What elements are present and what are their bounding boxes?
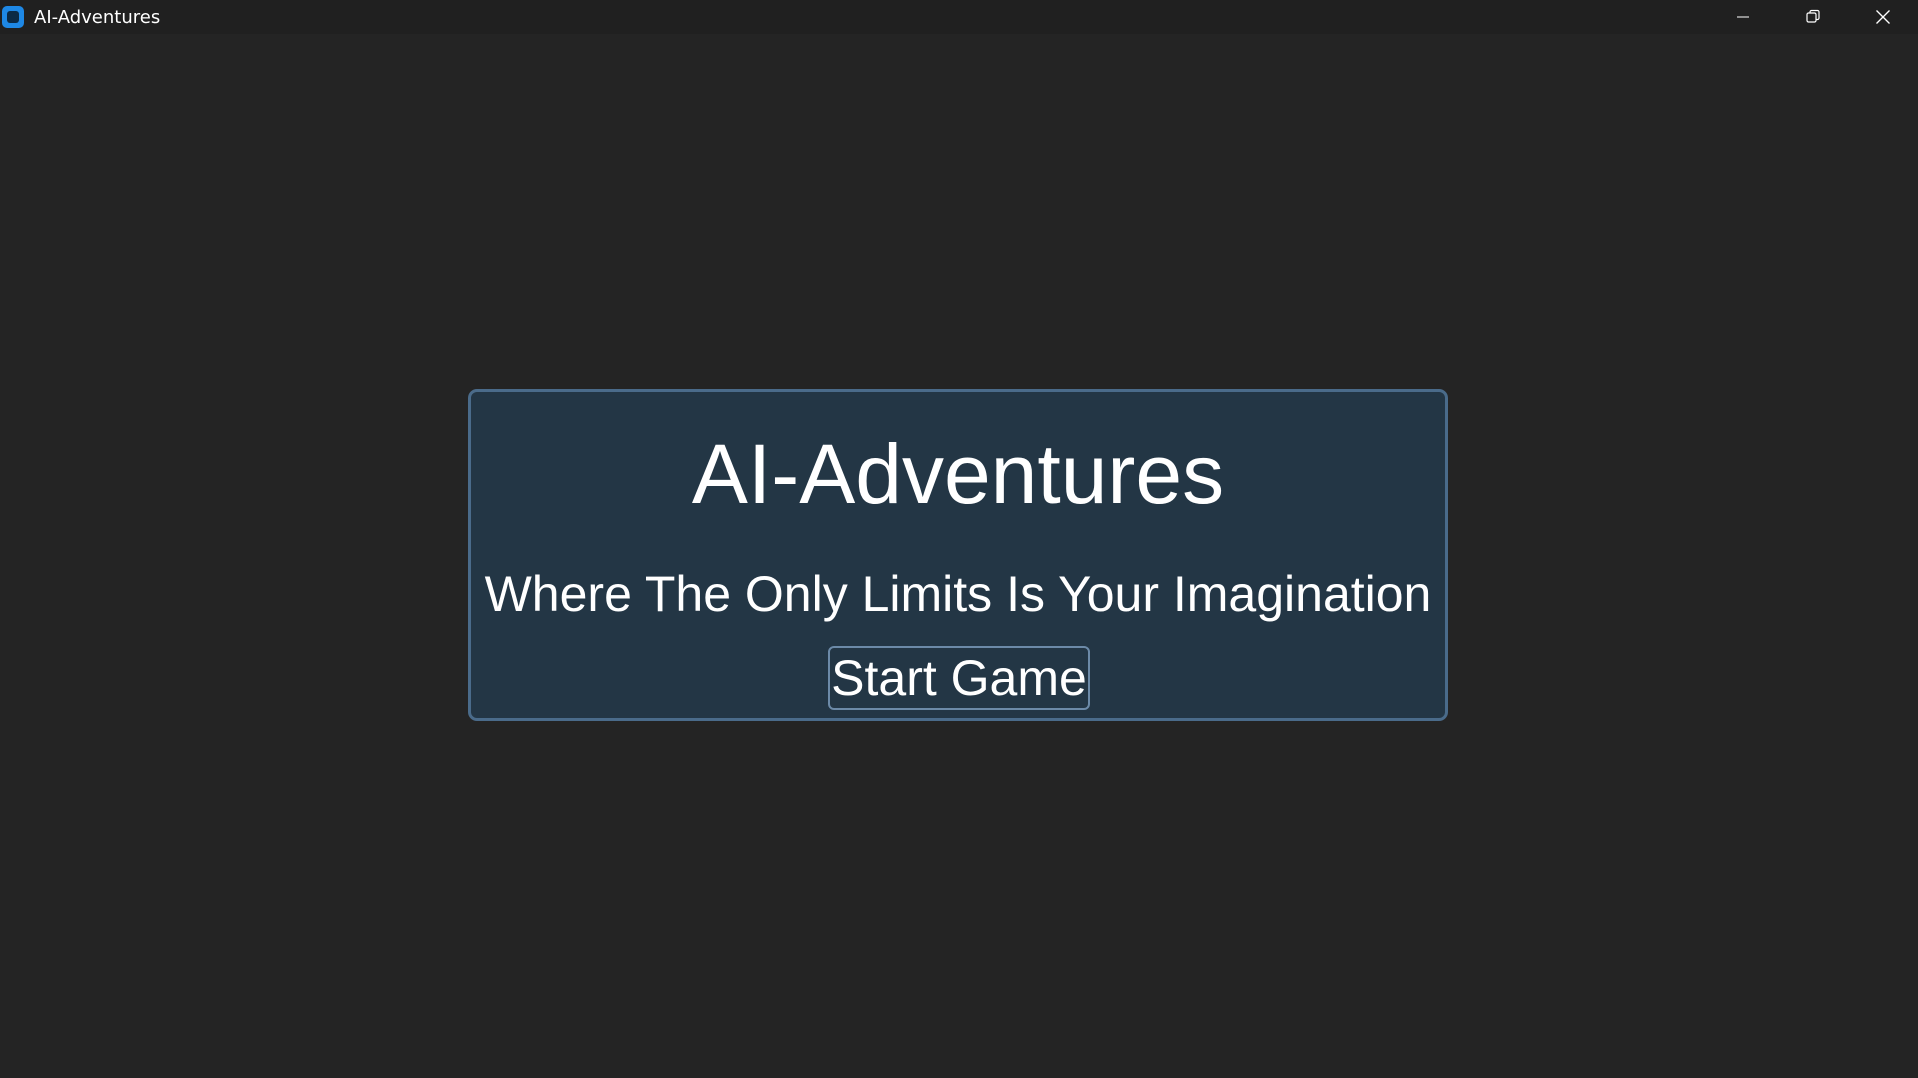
app-window: AI-Adventures AI-Adventures Where The On… (0, 0, 1918, 1078)
minimize-button[interactable] (1708, 0, 1778, 34)
restore-button[interactable] (1778, 0, 1848, 34)
app-icon (2, 6, 24, 28)
game-title: AI-Adventures (691, 427, 1225, 521)
close-button[interactable] (1848, 0, 1918, 34)
close-icon (1875, 9, 1891, 25)
window-title: AI-Adventures (34, 7, 161, 28)
game-tagline: Where The Only Limits Is Your Imaginatio… (484, 566, 1432, 622)
start-panel: AI-Adventures Where The Only Limits Is Y… (468, 389, 1448, 721)
minimize-icon (1736, 10, 1750, 24)
window-controls (1708, 0, 1918, 34)
title-bar[interactable]: AI-Adventures (0, 0, 1918, 34)
start-game-button[interactable]: Start Game (828, 646, 1090, 710)
restore-icon (1805, 9, 1821, 25)
